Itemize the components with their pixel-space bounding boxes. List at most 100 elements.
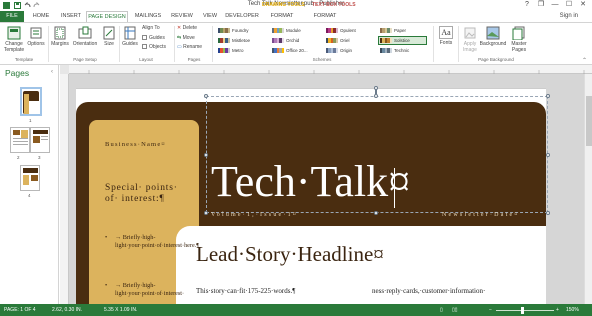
orientation-label: Orientation bbox=[72, 41, 98, 47]
horizontal-ruler[interactable] bbox=[69, 65, 592, 74]
tab-page-design[interactable]: PAGE DESIGN bbox=[86, 11, 128, 22]
title-bar: Tech Talk Newsletter.pub - Publisher DRA… bbox=[0, 0, 592, 11]
single-page-view-icon[interactable]: ▯ bbox=[440, 307, 443, 313]
scheme-swatches bbox=[218, 37, 230, 45]
special-points-heading[interactable]: Special· points· of· interest:¶ bbox=[105, 183, 185, 205]
body-text-left[interactable]: This·story·can·fit·175-225·words.¶ bbox=[196, 287, 295, 296]
bullet-icon: • bbox=[105, 234, 108, 241]
vertical-scrollbar[interactable] bbox=[584, 74, 592, 304]
checkbox-icon bbox=[142, 44, 147, 50]
tab-file[interactable]: FILE bbox=[0, 11, 24, 22]
zoom-out-icon[interactable]: − bbox=[489, 307, 492, 313]
color-scheme-module[interactable]: Module bbox=[270, 26, 319, 35]
collapse-pane-icon[interactable]: ‹ bbox=[51, 69, 53, 75]
fonts-button[interactable]: Aa Fonts bbox=[435, 26, 457, 46]
minimize-button[interactable]: — bbox=[548, 0, 562, 10]
pages-pane: Pages ‹ 1 2 3 4 bbox=[0, 65, 59, 304]
change-template-button[interactable]: Change Template bbox=[2, 26, 26, 53]
color-scheme-technic[interactable]: Technic bbox=[378, 46, 427, 55]
color-scheme-office-20[interactable]: Office 20... bbox=[270, 46, 319, 55]
tab-format-drawing[interactable]: FORMAT bbox=[264, 11, 300, 22]
resize-handle[interactable] bbox=[546, 94, 550, 98]
scheme-name: Orchid bbox=[285, 38, 300, 43]
schemes-group-label: Schemes bbox=[312, 57, 332, 62]
scheme-swatch bbox=[335, 28, 338, 34]
resize-handle[interactable] bbox=[204, 211, 208, 215]
resize-handle[interactable] bbox=[374, 94, 378, 98]
collapse-ribbon-icon[interactable]: ⌃ bbox=[582, 57, 587, 64]
vertical-ruler[interactable] bbox=[60, 65, 69, 304]
tab-home[interactable]: HOME bbox=[27, 11, 55, 22]
sign-in-link[interactable]: Sign in bbox=[560, 13, 578, 19]
color-scheme-solstice[interactable]: Solstice bbox=[378, 36, 427, 45]
ribbon-display-button[interactable]: ❐ bbox=[534, 0, 548, 10]
group-separator bbox=[119, 26, 120, 62]
resize-handle[interactable] bbox=[546, 153, 550, 157]
rename-page-button[interactable]: ▭ Rename bbox=[177, 44, 202, 50]
rotate-handle[interactable] bbox=[374, 86, 378, 90]
options-button[interactable]: Options bbox=[27, 26, 45, 47]
page-number-1: 1 bbox=[29, 118, 32, 123]
color-scheme-origin[interactable]: Origin bbox=[324, 46, 373, 55]
color-scheme-mistletoe[interactable]: Mistletoe bbox=[216, 36, 265, 45]
zoom-slider[interactable] bbox=[496, 310, 554, 311]
page-thumbnail-3[interactable] bbox=[30, 127, 50, 153]
business-name[interactable]: Business·Name¤ bbox=[105, 141, 166, 148]
fonts-label: Fonts bbox=[439, 40, 453, 46]
background-button[interactable]: Background bbox=[479, 26, 507, 47]
tab-view[interactable]: VIEW bbox=[198, 11, 222, 22]
move-page-button[interactable]: ⇆ Move bbox=[177, 35, 195, 41]
zoom-slider-knob[interactable] bbox=[521, 307, 524, 314]
color-scheme-paper[interactable]: Paper bbox=[378, 26, 427, 35]
volume-issue[interactable]: Volume·1,·Issue·1¤ bbox=[211, 212, 298, 218]
tab-developer[interactable]: DEVELOPER bbox=[223, 11, 261, 22]
text-cursor bbox=[394, 168, 395, 208]
scheme-swatches bbox=[326, 37, 338, 45]
guides-button[interactable]: Guides bbox=[121, 26, 139, 47]
resize-handle[interactable] bbox=[204, 94, 208, 98]
apply-image-button[interactable]: Apply Image bbox=[460, 26, 480, 53]
scheme-name: Technic bbox=[393, 48, 410, 53]
zoom-in-icon[interactable]: + bbox=[556, 307, 559, 313]
two-page-view-icon[interactable]: ▯▯ bbox=[452, 307, 458, 313]
tab-insert[interactable]: INSERT bbox=[56, 11, 86, 22]
page-indicator[interactable]: PAGE: 1 OF 4 bbox=[4, 307, 36, 313]
size-button[interactable]: Size bbox=[101, 26, 117, 47]
tab-review[interactable]: REVIEW bbox=[167, 11, 197, 22]
color-scheme-oriel[interactable]: Oriel bbox=[324, 36, 373, 45]
page-thumbnail-4[interactable] bbox=[20, 165, 40, 191]
orientation-button[interactable]: Orientation bbox=[71, 26, 99, 47]
color-scheme-metro[interactable]: Metro bbox=[216, 46, 265, 55]
size-label: Size bbox=[104, 41, 114, 47]
tab-mailings[interactable]: MAILINGS bbox=[130, 11, 166, 22]
color-scheme-foundry[interactable]: Foundry bbox=[216, 26, 265, 35]
close-button[interactable]: ✕ bbox=[576, 0, 590, 10]
resize-handle[interactable] bbox=[546, 211, 550, 215]
page-thumbnail-1[interactable] bbox=[20, 87, 42, 116]
size-icon bbox=[103, 26, 115, 40]
master-pages-button[interactable]: Master Pages bbox=[508, 26, 530, 53]
resize-handle[interactable] bbox=[204, 153, 208, 157]
margins-button[interactable]: Margins bbox=[50, 26, 70, 47]
align-guides-checkbox[interactable]: Guides bbox=[142, 35, 165, 41]
body-text-right[interactable]: ness·reply·cards,·customer·information· bbox=[372, 287, 485, 296]
resize-handle[interactable] bbox=[374, 211, 378, 215]
tab-format-text-box[interactable]: FORMAT bbox=[304, 11, 346, 22]
scheme-swatches bbox=[380, 37, 392, 45]
newsletter-title[interactable]: Tech·Talk¤ bbox=[211, 158, 410, 206]
restore-button[interactable]: ☐ bbox=[562, 0, 576, 10]
color-scheme-opulent[interactable]: Opulent bbox=[324, 26, 373, 35]
align-objects-checkbox[interactable]: Objects bbox=[142, 44, 166, 50]
scrollbar-thumb[interactable] bbox=[586, 96, 592, 146]
background-icon bbox=[486, 26, 500, 40]
page-number-3: 3 bbox=[38, 155, 41, 160]
scheme-swatch bbox=[227, 38, 230, 44]
help-button[interactable]: ? bbox=[520, 0, 534, 10]
delete-page-button[interactable]: ✕ Delete bbox=[177, 25, 197, 31]
scheme-swatch bbox=[281, 48, 284, 54]
newsletter-date[interactable]: Newsletter·Date¤ bbox=[442, 212, 520, 218]
zoom-level[interactable]: 150% bbox=[566, 307, 579, 313]
page-thumbnail-2[interactable] bbox=[10, 127, 30, 153]
lead-story-headline[interactable]: Lead·Story·Headline¤ bbox=[196, 242, 384, 266]
color-scheme-orchid[interactable]: Orchid bbox=[270, 36, 319, 45]
